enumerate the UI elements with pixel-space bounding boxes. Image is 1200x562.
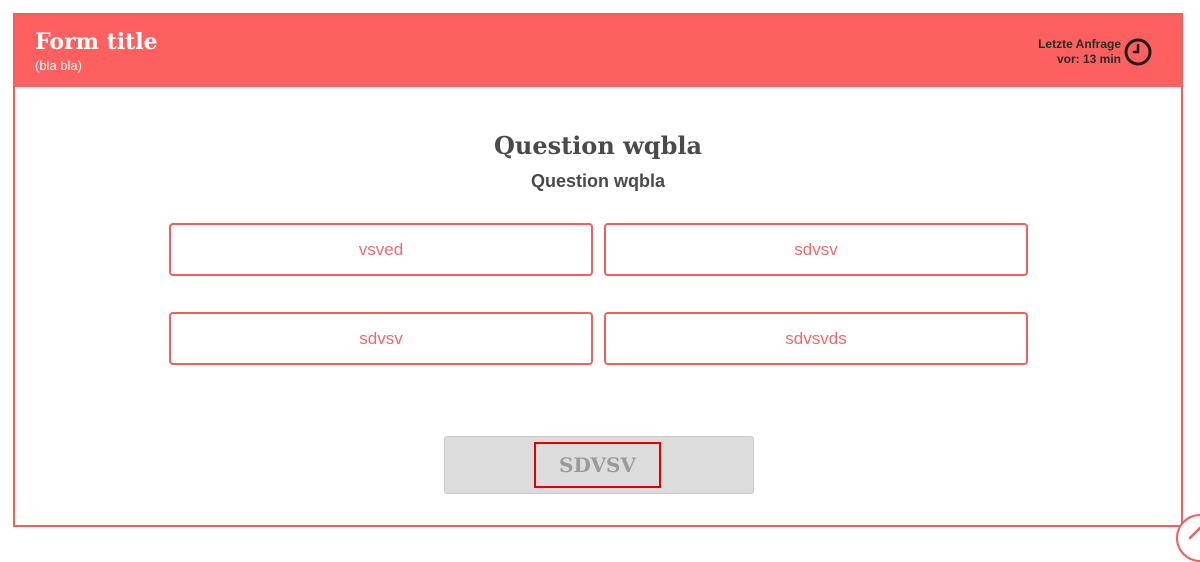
question-title: Question wqbla: [493, 131, 703, 160]
pencil-icon: [1188, 526, 1200, 540]
last-request-time: vor: 13 min: [1056, 52, 1121, 66]
form-subtitle: (bla bla): [35, 58, 82, 73]
answer-option-1[interactable]: vsved: [169, 223, 593, 276]
last-request-label: Letzte Anfrage: [1038, 37, 1121, 51]
form-title: Form title: [35, 29, 158, 55]
submit-button-label: SDVSV: [534, 442, 661, 488]
question-subtitle: Question wqbla: [530, 171, 665, 191]
answer-option-2[interactable]: sdvsv: [604, 223, 1028, 276]
form-card: Form title (bla bla) Letzte Anfrage vor:…: [13, 13, 1183, 527]
form-header: Form title (bla bla) Letzte Anfrage vor:…: [15, 15, 1181, 87]
clock-icon: [1124, 38, 1152, 66]
answer-option-4[interactable]: sdvsvds: [604, 312, 1028, 365]
answer-option-3[interactable]: sdvsv: [169, 312, 593, 365]
last-request-info: Letzte Anfrage vor: 13 min: [1038, 37, 1121, 67]
submit-button[interactable]: SDVSV: [444, 436, 754, 494]
